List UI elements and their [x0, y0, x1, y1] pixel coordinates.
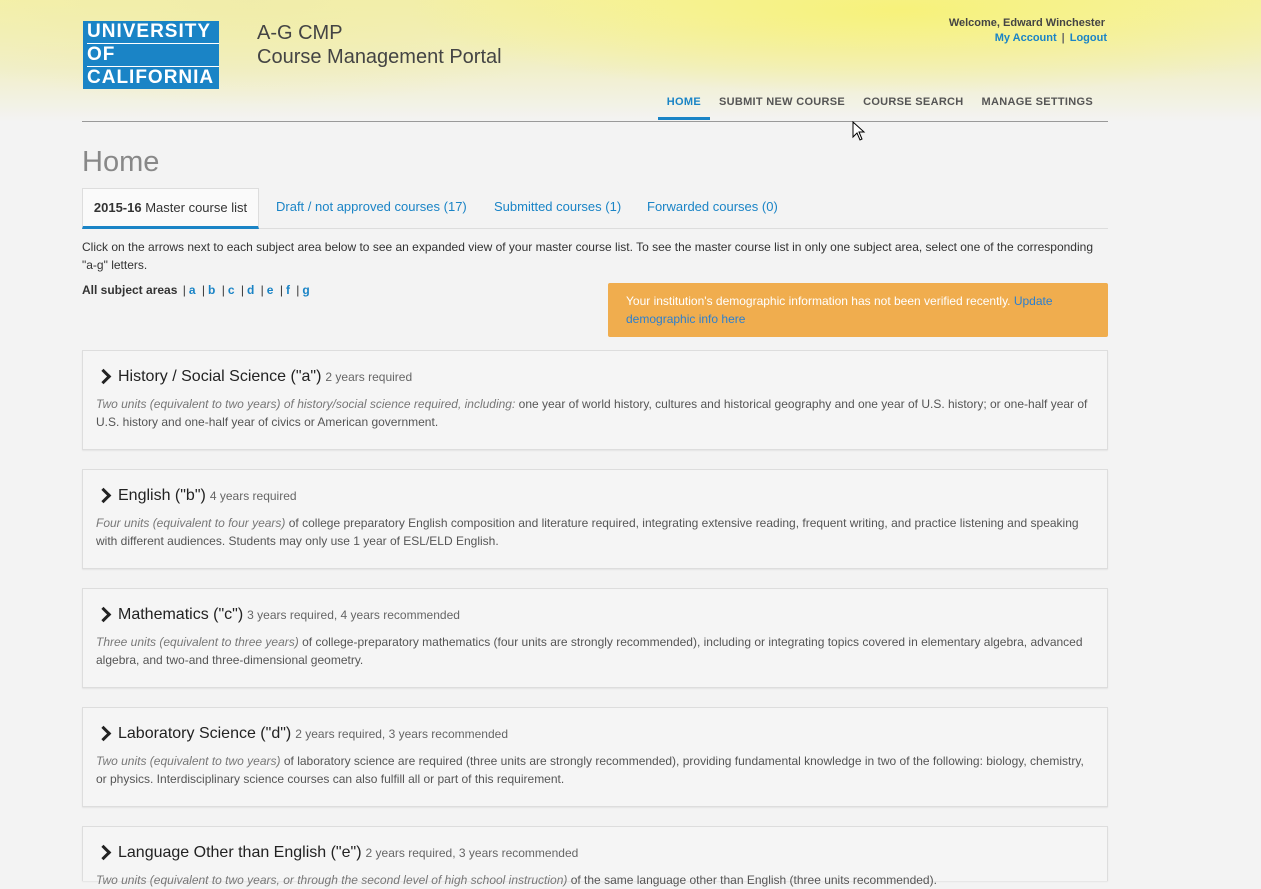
description-italic: Two units (equivalent to two years, or t…: [96, 873, 568, 887]
app-title-short: A-G CMP: [257, 22, 343, 44]
chevron-right-icon[interactable]: [95, 725, 112, 742]
subject-description: Two units (equivalent to two years, or t…: [96, 871, 1096, 889]
filter-letter-f[interactable]: f: [286, 283, 290, 297]
tab-submitted-courses[interactable]: Submitted courses (1): [494, 188, 621, 225]
subject-panel-e[interactable]: Language Other than English ("e") 2 years…: [82, 826, 1108, 887]
my-account-link[interactable]: My Account: [995, 32, 1057, 44]
app-title-full: Course Management Portal: [257, 46, 502, 68]
subject-name[interactable]: History / Social Science ("a"): [118, 368, 321, 385]
filter-letter-e[interactable]: e: [267, 283, 274, 297]
filter-letter-g[interactable]: g: [302, 283, 309, 297]
link-separator: |: [1061, 32, 1065, 44]
logo-line: UNIVERSITY: [87, 21, 219, 44]
chevron-right-icon[interactable]: [95, 606, 112, 623]
subject-description: Three units (equivalent to three years) …: [96, 633, 1096, 669]
logo-line: CALIFORNIA: [87, 67, 215, 88]
tab-label: Master course list: [141, 200, 248, 215]
alert-text: Your institution's demographic informati…: [626, 294, 1014, 308]
subject-panel-b[interactable]: English ("b") 4 years required Four units…: [82, 469, 1108, 569]
subject-description: Four units (equivalent to four years) of…: [96, 514, 1096, 550]
subject-description: Two units (equivalent to two years) of h…: [96, 395, 1096, 431]
demographic-alert: Your institution's demographic informati…: [608, 283, 1108, 337]
tab-draft-courses[interactable]: Draft / not approved courses (17): [276, 188, 467, 225]
instructions-text: Click on the arrows next to each subject…: [82, 240, 1093, 272]
subject-panel-d[interactable]: Laboratory Science ("d") 2 years required…: [82, 707, 1108, 807]
description-italic: Two units (equivalent to two years): [96, 754, 281, 768]
chevron-right-icon[interactable]: [95, 844, 112, 861]
app-title: A-G CMP Course Management Portal: [257, 21, 502, 69]
main-nav: HOME SUBMIT NEW COURSE COURSE SEARCH MAN…: [82, 94, 1108, 122]
chevron-right-icon[interactable]: [95, 368, 112, 385]
filter-letter-b[interactable]: b: [208, 283, 215, 297]
filter-letter-a[interactable]: a: [189, 283, 196, 297]
course-tabs: 2015-16 Master course list Draft / not a…: [82, 188, 1108, 229]
subject-panel-a[interactable]: History / Social Science ("a") 2 years re…: [82, 350, 1108, 450]
filter-all-subjects[interactable]: All subject areas: [82, 283, 177, 297]
chevron-right-icon[interactable]: [95, 487, 112, 504]
nav-home[interactable]: HOME: [657, 94, 710, 120]
uc-logo[interactable]: UNIVERSITY OF CALIFORNIA: [83, 21, 219, 89]
filter-letter-d[interactable]: d: [247, 283, 254, 297]
description-italic: Two units (equivalent to two years) of h…: [96, 397, 516, 411]
page-title: Home: [82, 146, 160, 178]
description-text: of the same language other than English …: [567, 873, 937, 887]
subject-requirement: 2 years required, 3 years recommended: [295, 727, 508, 741]
subject-description: Two units (equivalent to two years) of l…: [96, 752, 1096, 788]
nav-course-search[interactable]: COURSE SEARCH: [854, 94, 972, 120]
subject-filter: All subject areas | a | b | c | d | e | f | g: [82, 283, 310, 297]
subject-requirement: 2 years required: [325, 370, 413, 384]
subject-name[interactable]: English ("b"): [118, 487, 206, 504]
logout-link[interactable]: Logout: [1070, 32, 1107, 44]
subject-panel-c[interactable]: Mathematics ("c") 3 years required, 4 yea…: [82, 588, 1108, 688]
tab-master-course-list[interactable]: 2015-16 Master course list: [82, 188, 259, 229]
tab-year: 2015-16: [93, 200, 142, 215]
subject-requirement: 3 years required, 4 years recommended: [247, 608, 460, 622]
account-links: My Account | Logout: [995, 32, 1107, 44]
nav-submit-new-course[interactable]: SUBMIT NEW COURSE: [710, 94, 854, 120]
subject-name[interactable]: Language Other than English ("e"): [118, 844, 362, 861]
subject-requirement: 2 years required, 3 years recommended: [365, 846, 579, 860]
welcome-text: Welcome, Edward Winchester: [948, 17, 1105, 29]
tab-forwarded-courses[interactable]: Forwarded courses (0): [647, 188, 778, 225]
description-italic: Four units (equivalent to four years): [96, 516, 286, 530]
description-italic: Three units (equivalent to three years): [96, 635, 299, 649]
subject-name[interactable]: Laboratory Science ("d"): [118, 725, 291, 742]
subject-name[interactable]: Mathematics ("c"): [118, 606, 243, 623]
filter-letter-c[interactable]: c: [228, 283, 235, 297]
nav-manage-settings[interactable]: MANAGE SETTINGS: [973, 94, 1102, 120]
logo-line: OF: [87, 44, 219, 67]
mouse-cursor-icon: [852, 121, 866, 141]
subject-requirement: 4 years required: [209, 489, 297, 503]
